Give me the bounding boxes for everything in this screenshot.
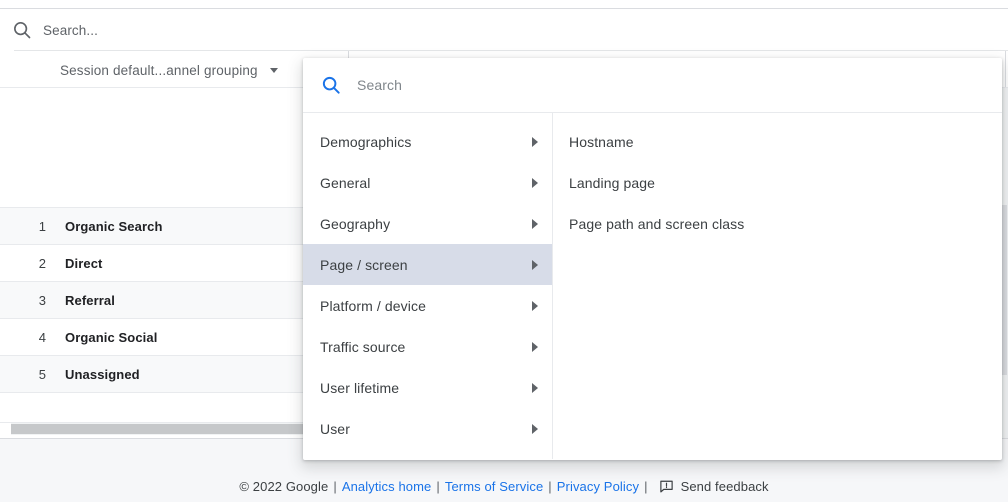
chevron-right-icon [532,259,538,270]
menu-item-user[interactable]: User [303,408,552,449]
chevron-down-icon[interactable] [269,67,278,73]
feedback-icon [659,479,674,494]
dimension-selector-label: Session default...annel grouping [60,62,258,78]
row-index: 3 [38,292,46,308]
row-index: 4 [38,329,46,345]
submenu-item-label: Page path and screen class [569,215,745,232]
footer-copyright: © 2022 Google [239,478,329,494]
submenu-item-hostname[interactable]: Hostname [553,121,1002,162]
category-list: Demographics General Geography Page / sc… [303,113,553,459]
menu-item-label: Demographics [320,133,412,150]
submenu-item-page-path-and-screen-class[interactable]: Page path and screen class [553,203,1002,244]
chevron-right-icon [532,382,538,393]
row-index: 1 [38,218,46,234]
menu-item-label: Platform / device [320,297,426,314]
row-dimension-value[interactable]: Unassigned [65,367,140,382]
chevron-right-icon [532,177,538,188]
send-feedback-button[interactable]: Send feedback [659,479,769,494]
menu-item-label: General [320,174,371,191]
dimension-picker-panel: Search Demographics General Geography Pa… [303,58,1002,460]
footer-separator: | [644,478,648,494]
submenu-item-landing-page[interactable]: Landing page [553,162,1002,203]
submenu-list: Hostname Landing page Page path and scre… [553,113,1002,459]
row-dimension-value[interactable]: Organic Search [65,219,163,234]
menu-item-label: Page / screen [320,256,408,273]
send-feedback-label: Send feedback [680,478,769,494]
footer-separator: | [333,478,337,494]
column-divider-right [1005,51,1006,87]
chevron-right-icon [532,341,538,352]
menu-item-label: User lifetime [320,379,400,396]
footer-link-analytics-home[interactable]: Analytics home [342,479,432,494]
menu-item-geography[interactable]: Geography [303,203,552,244]
row-index: 5 [38,366,46,382]
row-dimension-value[interactable]: Referral [65,293,115,308]
chevron-right-icon [532,136,538,147]
dimension-selector[interactable]: Session default...annel grouping [60,58,278,82]
footer: © 2022 Google | Analytics home | Terms o… [0,470,1008,502]
row-dimension-value[interactable]: Direct [65,256,102,271]
footer-link-privacy-policy[interactable]: Privacy Policy [557,479,639,494]
footer-link-terms-of-service[interactable]: Terms of Service [445,479,543,494]
chevron-right-icon [532,423,538,434]
footer-separator: | [436,478,440,494]
chevron-right-icon [532,218,538,229]
menu-item-label: Geography [320,215,391,232]
panel-columns: Demographics General Geography Page / sc… [303,113,1002,459]
menu-item-label: User [320,420,350,437]
submenu-item-label: Hostname [569,133,634,150]
search-icon [11,19,33,41]
row-index: 2 [38,255,46,271]
submenu-item-label: Landing page [569,174,656,191]
search-icon [320,74,342,96]
menu-item-user-lifetime[interactable]: User lifetime [303,367,552,408]
menu-item-traffic-source[interactable]: Traffic source [303,326,552,367]
panel-search-placeholder[interactable]: Search [357,77,402,93]
panel-search-bar[interactable]: Search [303,58,1002,113]
global-search-placeholder[interactable]: Search... [43,23,98,38]
menu-item-label: Traffic source [320,338,406,355]
menu-item-page-screen[interactable]: Page / screen [303,244,552,285]
menu-item-general[interactable]: General [303,162,552,203]
menu-item-demographics[interactable]: Demographics [303,121,552,162]
footer-separator: | [548,478,552,494]
chevron-right-icon [532,300,538,311]
global-search-bar[interactable]: Search... [0,9,1008,51]
menu-item-platform-device[interactable]: Platform / device [303,285,552,326]
app-root: Search... Session default...annel groupi… [0,0,1008,502]
row-dimension-value[interactable]: Organic Social [65,330,157,345]
